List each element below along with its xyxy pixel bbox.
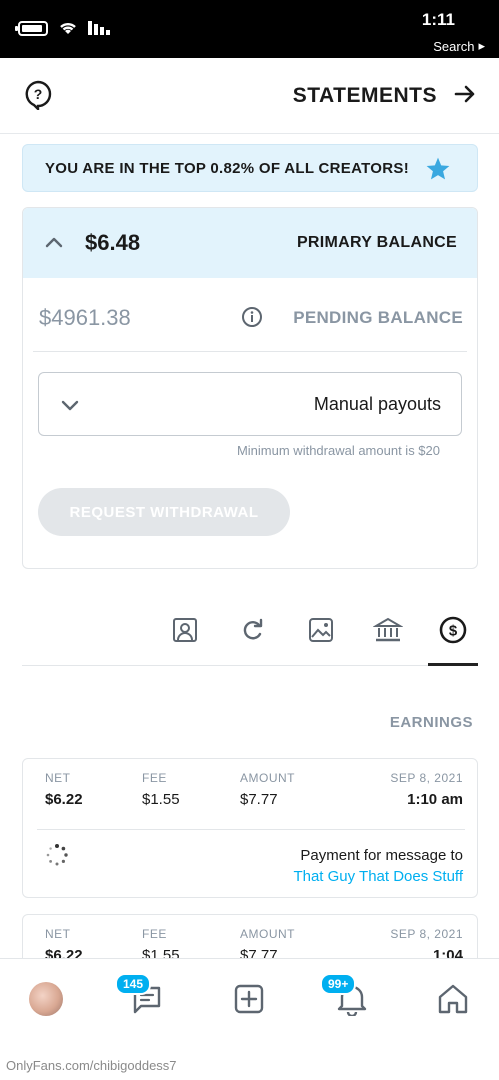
status-icons	[15, 20, 110, 36]
primary-balance-row[interactable]: $6.48 PRIMARY BALANCE	[23, 208, 477, 278]
balance-card: $6.48 PRIMARY BALANCE $4961.38 PENDING B…	[22, 207, 478, 569]
request-withdrawal-button[interactable]: REQUEST WITHDRAWAL	[38, 488, 290, 536]
primary-balance-label: PRIMARY BALANCE	[296, 234, 457, 251]
fee-header: FEE	[142, 927, 167, 941]
status-bar: 1:11 Search ▸	[0, 0, 499, 58]
top-creators-banner: YOU ARE IN THE TOP 0.82% OF ALL CREATORS…	[22, 144, 478, 192]
status-time: 1:11	[421, 10, 455, 29]
watermark: OnlyFans.com/chibigoddess7	[6, 1058, 177, 1073]
tab-media[interactable]	[301, 610, 341, 650]
earning-row[interactable]: SEP 8, 2021 1:10 am AMOUNT $7.77 FEE $1.…	[22, 758, 478, 898]
user-frame-icon	[173, 618, 197, 642]
avatar	[29, 982, 63, 1016]
messages-badge: 145	[115, 973, 152, 995]
bank-icon	[373, 617, 403, 642]
tab-refunds[interactable]	[233, 610, 273, 650]
pending-balance-amount: $4961.38	[39, 305, 131, 330]
earning-divider	[37, 829, 465, 830]
fee-header: FEE	[142, 771, 167, 785]
divider	[33, 351, 467, 352]
nav-notifications[interactable]: 99+	[320, 973, 372, 1019]
earning-time: 1:10 am	[407, 791, 463, 808]
nav-messages[interactable]: 145	[115, 973, 167, 1019]
back-caret-icon: ▸	[478, 38, 485, 53]
earning-amount: $7.77	[240, 791, 278, 808]
earning-amount-col: AMOUNT $7.77	[240, 771, 295, 808]
net-header: NET	[45, 771, 71, 785]
header: ? STATEMENTS	[0, 58, 499, 134]
back-arrow-icon[interactable]	[453, 82, 477, 106]
banner-text: YOU ARE IN THE TOP 0.82% OF ALL CREATORS…	[44, 160, 409, 177]
earning-recipient-link[interactable]: That Guy That Does Stuff	[293, 866, 463, 887]
back-to-search[interactable]: Search ▸	[433, 38, 485, 54]
earning-description-text: Payment for message to	[300, 847, 463, 864]
payout-method-select[interactable]: Manual payouts	[38, 372, 462, 436]
help-icon[interactable]: ?	[24, 80, 52, 110]
payout-method-value: Manual payouts	[313, 394, 441, 414]
chevron-down-icon	[61, 400, 79, 411]
nav-profile[interactable]	[26, 979, 66, 1019]
loading-spinner-icon	[46, 844, 68, 866]
bottom-nav: 99+ 145	[0, 958, 499, 1042]
redo-icon	[243, 618, 263, 640]
earnings-icon: $	[439, 616, 467, 644]
wifi-icon	[60, 22, 76, 34]
earning-fee-col: FEE $1.55	[142, 771, 180, 808]
statement-tabs: $	[22, 600, 478, 666]
primary-balance-amount: $6.48	[85, 230, 141, 255]
info-icon[interactable]	[241, 306, 263, 328]
tab-referrals[interactable]	[165, 610, 205, 650]
nav-home[interactable]	[433, 979, 473, 1019]
amount-header: AMOUNT	[240, 927, 295, 941]
image-icon	[309, 618, 333, 642]
pending-balance-label: PENDING BALANCE	[293, 308, 463, 327]
signal-icon	[88, 21, 110, 35]
tab-payouts-bank[interactable]	[368, 610, 408, 650]
earning-date-col: SEP 8, 2021 1:10 am	[390, 771, 463, 808]
notifications-badge: 99+	[320, 973, 357, 995]
tab-earnings[interactable]: $	[428, 610, 478, 666]
earnings-section-title: EARNINGS	[389, 714, 473, 731]
earning-description: Payment for message to That Guy That Doe…	[293, 845, 463, 887]
home-icon	[438, 984, 468, 1014]
svg-text:?: ?	[34, 86, 43, 102]
earning-date: SEP 8, 2021	[390, 927, 463, 941]
nav-add-post[interactable]	[229, 979, 269, 1019]
earning-net-col: NET $6.22	[45, 771, 83, 808]
star-icon	[426, 157, 450, 180]
page-title: STATEMENTS	[292, 84, 437, 107]
chevron-up-icon[interactable]	[43, 232, 65, 254]
pending-balance-row: $4961.38 PENDING BALANCE	[23, 278, 477, 352]
add-square-icon	[234, 984, 264, 1014]
svg-text:$: $	[449, 623, 458, 640]
earning-net: $6.22	[45, 791, 83, 808]
earning-date: SEP 8, 2021	[390, 771, 463, 785]
amount-header: AMOUNT	[240, 771, 295, 785]
battery-icon	[15, 20, 48, 36]
earning-fee: $1.55	[142, 791, 180, 808]
net-header: NET	[45, 927, 71, 941]
minimum-withdrawal-note: Minimum withdrawal amount is $20	[236, 443, 440, 458]
back-app-label: Search	[433, 38, 475, 54]
